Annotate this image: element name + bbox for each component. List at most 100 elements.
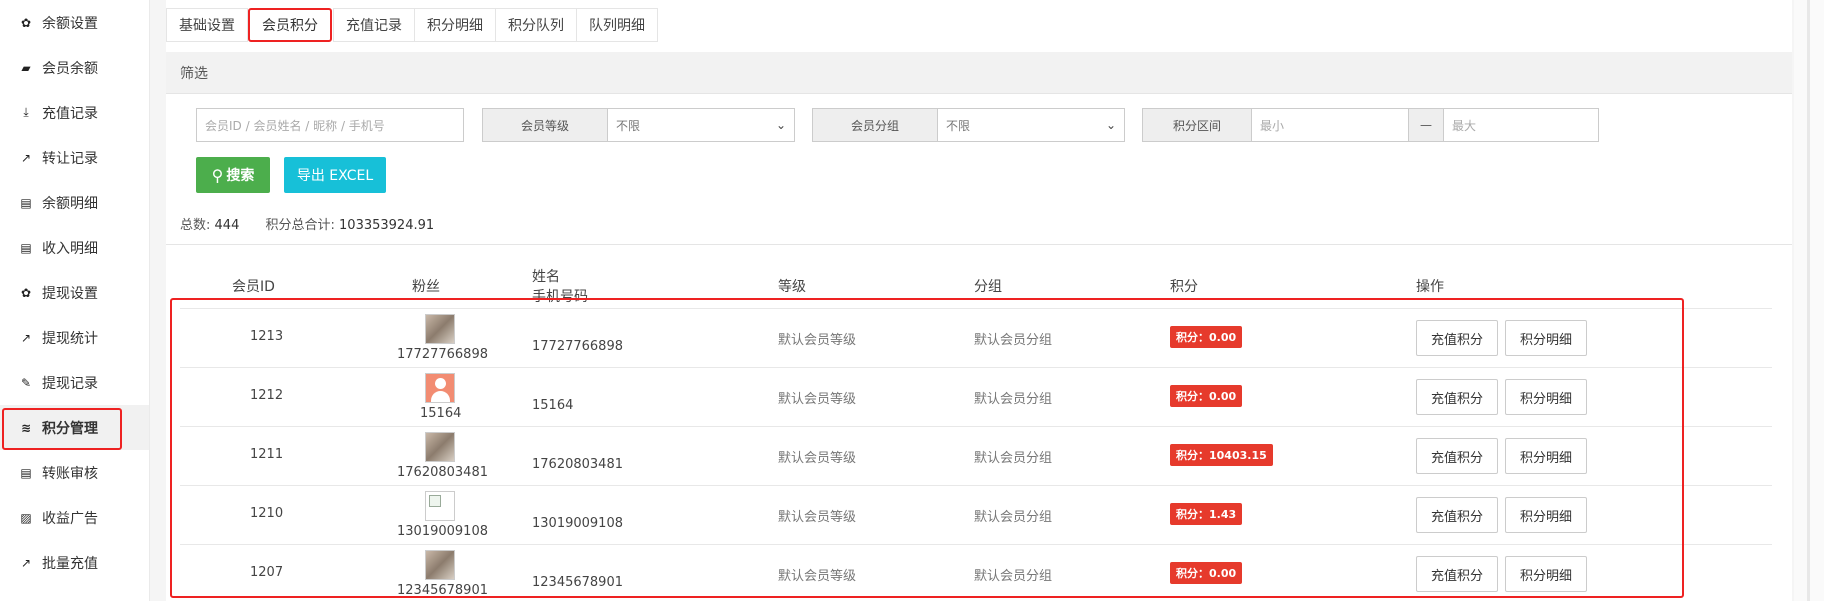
points-badge: 积分：0.00 [1170,326,1243,348]
member-id: 1210 [250,506,284,521]
search-button-label: 搜索 [226,168,255,184]
points-details-button[interactable]: 积分明细 [1505,379,1587,415]
member-group-select[interactable]: 不限 ⌄ [937,108,1125,142]
total-label: 总数: [180,218,211,233]
points-details-button[interactable]: 积分明细 [1505,497,1587,533]
sidebar-item-revenue-ads[interactable]: ▨ 收益广告 [0,495,149,540]
pencil-icon: ✎ [20,375,32,390]
col-points: 积分 [1170,279,1198,295]
points-badge: 积分：0.00 [1170,385,1243,407]
gear-icon: ✿ [20,15,32,30]
table-row: 1211 17620803481 17620803481 默认会员等级 默认会员… [180,426,1772,485]
sidebar-item-label: 提现设置 [42,285,98,302]
search-icon: ⚲ [211,165,224,185]
col-level: 等级 [778,279,806,295]
sidebar-item-member-balance[interactable]: ▰ 会员余额 [0,45,149,90]
book-icon: ▰ [21,60,31,75]
tab-queue-details[interactable]: 队列明细 [576,8,658,42]
col-group: 分组 [974,279,1002,295]
sidebar-item-withdraw-records[interactable]: ✎ 提现记录 [0,360,149,405]
sidebar-item-withdraw-settings[interactable]: ✿ 提现设置 [0,270,149,315]
divider [166,244,1792,245]
external-link-icon: ↗ [20,150,32,165]
recharge-points-button[interactable]: 充值积分 [1416,556,1498,592]
sidebar-item-label: 余额明细 [42,195,98,212]
member-level: 默认会员等级 [778,333,857,348]
member-group: 默认会员分组 [974,333,1053,348]
sidebar-item-label: 余额设置 [42,15,98,32]
points-total-label: 积分总合计: [265,218,335,233]
sidebar-item-transfer-records[interactable]: ↗ 转让记录 [0,135,149,180]
sidebar-item-balance-details[interactable]: ▤ 余额明细 [0,180,149,225]
member-group: 默认会员分组 [974,392,1053,407]
tab-recharge-records[interactable]: 充值记录 [333,8,415,42]
sidebar-item-batch-recharge[interactable]: ↗ 批量充值 [0,540,149,585]
points-details-button[interactable]: 积分明细 [1505,556,1587,592]
recharge-points-button[interactable]: 充值积分 [1416,320,1498,356]
member-name: 17620803481 [532,457,623,472]
member-level-label: 会员等级 [482,108,608,142]
filter-header: 筛选 [166,52,1792,94]
member-group-value: 不限 [946,118,971,133]
points-max-placeholder: 最大 [1452,118,1477,133]
member-id: 1213 [250,329,284,344]
member-id: 1207 [250,565,284,580]
main-content: 基础设置 会员积分 充值记录 积分明细 积分队列 队列明细 筛选 会员ID / … [166,0,1792,601]
sidebar-item-recharge-records[interactable]: ⤓ 充值记录 [0,90,149,135]
sidebar-item-label: 批量充值 [42,555,98,572]
member-group: 默认会员分组 [974,451,1053,466]
col-member-id: 会员ID [232,279,275,295]
points-details-button[interactable]: 积分明细 [1505,320,1587,356]
file-icon: ▤ [20,240,32,255]
app-root: ✿ 余额设置 ▰ 会员余额 ⤓ 充值记录 ↗ 转让记录 ▤ 余额明细 ▤ 收入明细 ✿ 提现设… [0,0,1824,601]
sidebar-item-points-management[interactable]: ≋ 积分管理 [0,405,149,450]
sidebar-item-income-details[interactable]: ▤ 收入明细 [0,225,149,270]
sidebar-item-balance-settings[interactable]: ✿ 余额设置 [0,0,149,45]
sidebar-item-label: 会员余额 [42,60,98,77]
col-name: 姓名 [532,269,560,285]
tab-member-points[interactable]: 会员积分 [248,8,332,42]
member-group: 默认会员分组 [974,510,1053,525]
scrollbar[interactable] [1794,0,1824,601]
tab-basic-settings[interactable]: 基础设置 [166,8,248,42]
tab-points-details[interactable]: 积分明细 [414,8,496,42]
member-id: 1212 [250,388,284,403]
file-icon: ▤ [20,465,32,480]
sidebar-item-label: 转让记录 [42,150,98,167]
member-level-value: 不限 [616,118,641,133]
col-fans: 粉丝 [412,279,440,295]
export-excel-button[interactable]: 导出 EXCEL [284,157,386,193]
member-level-select[interactable]: 不限 ⌄ [607,108,795,142]
line-chart-icon: ↗ [20,555,32,570]
points-range-separator: — [1408,108,1444,142]
points-max-input[interactable]: 最大 [1443,108,1599,142]
recharge-points-button[interactable]: 充值积分 [1416,497,1498,533]
member-level: 默认会员等级 [778,451,857,466]
fan-nickname: 15164 [420,406,462,421]
sidebar-item-label: 充值记录 [42,105,98,122]
chevron-down-icon: ⌄ [1105,118,1116,132]
summary-line: 总数: 444 积分总合计: 103353924.91 [180,214,456,233]
search-button[interactable]: ⚲ 搜索 [196,157,270,193]
sidebar-item-transfer-review[interactable]: ▤ 转账审核 [0,450,149,495]
member-name: 15164 [532,398,574,413]
line-chart-icon: ↗ [20,330,32,345]
sidebar-item-label: 收益广告 [42,510,98,527]
points-badge: 积分：1.43 [1170,503,1243,525]
sidebar-item-label: 转账审核 [42,465,98,482]
recharge-points-button[interactable]: 充值积分 [1416,379,1498,415]
points-badge: 积分：0.00 [1170,562,1243,584]
fan-nickname: 17620803481 [397,465,488,480]
filter-title: 筛选 [180,65,208,82]
tab-points-queue[interactable]: 积分队列 [495,8,577,42]
points-min-input[interactable]: 最小 [1251,108,1409,142]
points-details-button[interactable]: 积分明细 [1505,438,1587,474]
sidebar-item-label: 收入明细 [42,240,98,257]
member-group: 默认会员分组 [974,569,1053,584]
recharge-points-button[interactable]: 充值积分 [1416,438,1498,474]
sidebar-item-withdraw-stats[interactable]: ↗ 提现统计 [0,315,149,360]
total-value: 444 [214,218,240,233]
scrollbar-track [1807,0,1810,601]
member-level: 默认会员等级 [778,392,857,407]
keyword-search-input[interactable]: 会员ID / 会员姓名 / 昵称 / 手机号 [196,108,464,142]
